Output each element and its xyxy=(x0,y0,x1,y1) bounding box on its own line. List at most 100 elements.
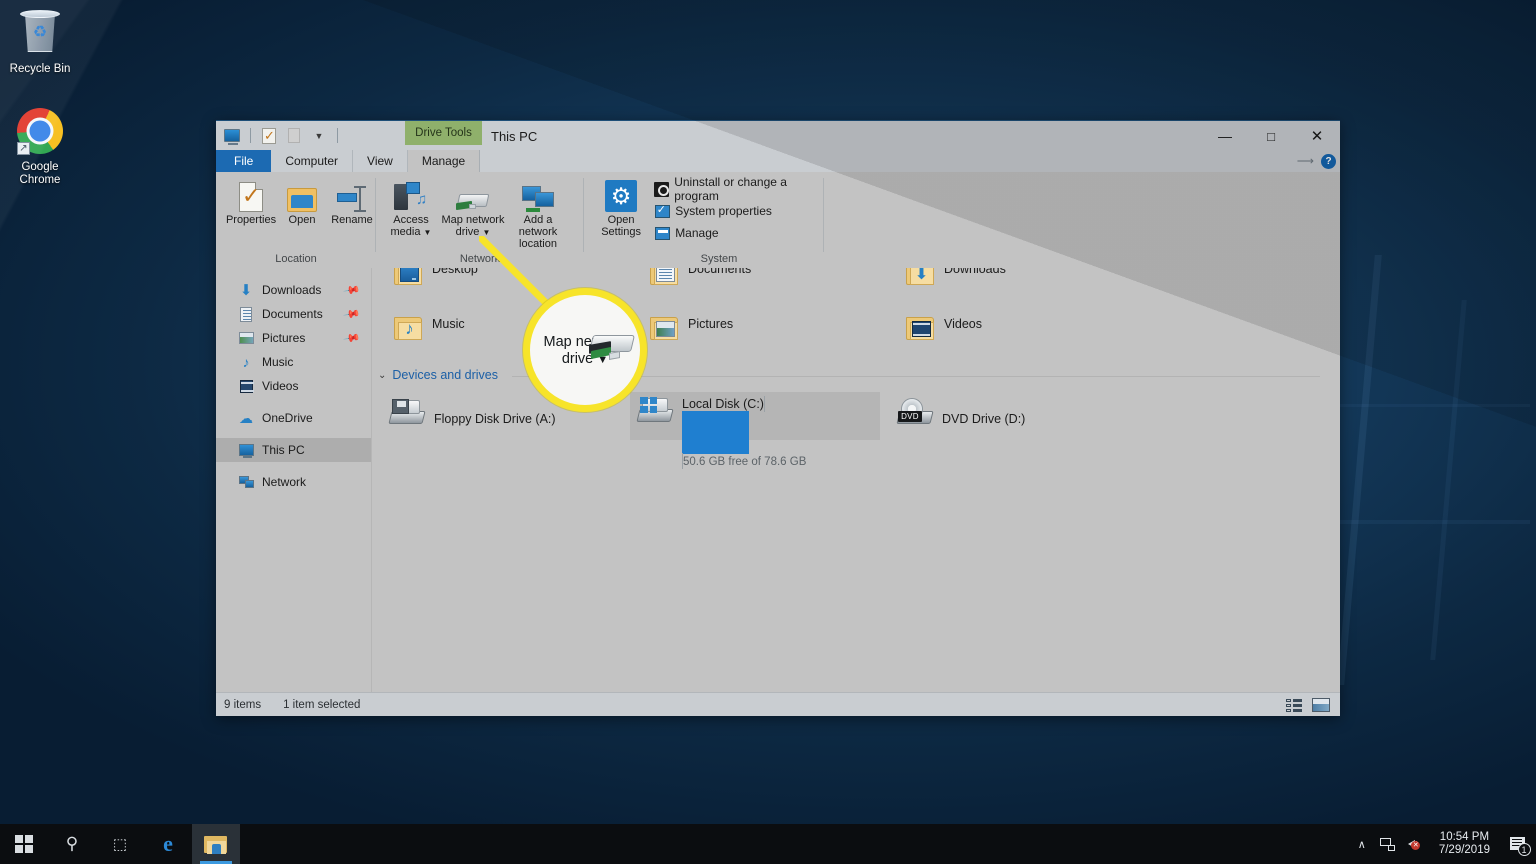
details-view-button[interactable] xyxy=(1286,698,1302,712)
minimize-button[interactable]: — xyxy=(1202,121,1248,151)
ribbon-button-map-network-drive[interactable]: Map network drive ▼ xyxy=(441,176,505,239)
list-item[interactable]: Floppy Disk Drive (A:) xyxy=(388,398,556,428)
list-item-label: Downloads xyxy=(944,268,1006,276)
ribbon-group-label: Network xyxy=(459,253,501,265)
list-item-selected[interactable]: Local Disk (C:) 50.6 GB free of 78.6 GB xyxy=(630,392,880,469)
onedrive-icon: ☁ xyxy=(239,410,253,426)
ribbon-button-open-settings[interactable]: ⚙ Open Settings xyxy=(594,176,648,238)
view-toggle-group xyxy=(1286,693,1330,717)
sidebar-item-onedrive[interactable]: ☁ OneDrive xyxy=(216,406,371,430)
taskbar: ⚲ ⬚ e ∧ ✕ 10:54 PM 7/29/2019 1 xyxy=(0,824,1536,864)
help-icon[interactable]: ? xyxy=(1321,153,1336,169)
add-network-location-icon xyxy=(522,178,554,212)
list-item[interactable]: ♪ Music xyxy=(394,315,465,341)
sidebar-item-videos[interactable]: Videos xyxy=(216,374,371,398)
task-view-button[interactable]: ⬚ xyxy=(96,824,144,864)
file-explorer-window: ▼ Drive Tools This PC — □ ✕ File Compute… xyxy=(216,120,1340,716)
network-icon xyxy=(238,474,254,490)
videos-folder-icon xyxy=(906,315,936,341)
list-item[interactable]: DVD DVD Drive (D:) xyxy=(896,398,1025,428)
list-item[interactable]: ⬇ Downloads xyxy=(906,268,1006,286)
navigation-pane[interactable]: ⬇ Downloads 📌 Documents 📌 Pictures 📌 ♪ M… xyxy=(216,268,372,692)
close-button[interactable]: ✕ xyxy=(1294,121,1340,151)
ribbon-button-properties[interactable]: Properties xyxy=(226,176,276,226)
ribbon-button-label-line2: location xyxy=(519,238,557,250)
contextual-tab-drive-tools[interactable]: Drive Tools xyxy=(405,121,482,145)
tab-manage[interactable]: Manage xyxy=(407,150,481,172)
desktop-icon-label: Recycle Bin xyxy=(9,63,71,75)
pin-icon[interactable]: 📌 xyxy=(343,281,362,300)
window-body: ⬇ Downloads 📌 Documents 📌 Pictures 📌 ♪ M… xyxy=(216,268,1340,692)
group-header-devices-and-drives[interactable]: ⌄ Devices and drives xyxy=(378,368,498,382)
pictures-icon xyxy=(238,330,254,346)
task-view-icon: ⬚ xyxy=(112,836,128,853)
chevron-down-icon[interactable]: ▼ xyxy=(309,126,329,146)
sidebar-item-music[interactable]: ♪ Music xyxy=(216,350,371,374)
rename-icon xyxy=(337,178,367,212)
tab-file[interactable]: File xyxy=(216,150,272,172)
notification-icon: 1 xyxy=(1509,836,1531,856)
list-item[interactable]: Desktop xyxy=(394,268,478,286)
status-selection: 1 item selected xyxy=(283,698,361,711)
ribbon-button-rename[interactable]: Rename xyxy=(328,176,376,226)
content-pane[interactable]: Desktop Documents ⬇ Downloads ♪ Music Pi… xyxy=(372,268,1340,692)
ribbon-command-manage[interactable]: Manage xyxy=(654,222,824,244)
list-item[interactable]: Documents xyxy=(650,268,751,286)
system-properties-icon xyxy=(654,203,670,219)
properties-icon[interactable] xyxy=(259,126,279,146)
ribbon-button-access-media[interactable]: ♫ Access media ▼ xyxy=(382,176,440,239)
uninstall-program-icon xyxy=(654,181,670,197)
chevron-down-icon[interactable]: ▼ xyxy=(482,228,490,237)
paste-icon[interactable] xyxy=(284,126,304,146)
ribbon-group-location: Properties Open Rename xyxy=(216,172,376,268)
documents-folder-icon xyxy=(650,268,680,286)
sidebar-item-this-pc[interactable]: This PC xyxy=(216,438,371,462)
list-item[interactable]: Pictures xyxy=(650,315,733,341)
chevron-down-icon[interactable]: ▼ xyxy=(424,228,432,237)
music-folder-icon: ♪ xyxy=(394,315,424,341)
ribbon-command-uninstall-program[interactable]: Uninstall or change a program xyxy=(654,175,824,203)
ribbon-command-label: Uninstall or change a program xyxy=(674,175,787,203)
ribbon-button-open[interactable]: Open xyxy=(278,176,326,226)
open-settings-gear-icon: ⚙ xyxy=(605,178,638,212)
ribbon-button-label-line1: Open xyxy=(607,214,635,226)
ribbon-tab-strip-actions: ⟶ ? xyxy=(1297,150,1336,172)
notifications-button[interactable]: 1 xyxy=(1500,824,1536,864)
edge-button[interactable]: e xyxy=(144,824,192,864)
windows-logo-icon xyxy=(15,835,33,853)
ribbon-button-add-network-location[interactable]: Add a network location xyxy=(506,176,570,250)
pin-icon[interactable]: 📌 xyxy=(343,305,362,324)
this-pc-icon[interactable] xyxy=(222,126,242,146)
list-item-label: Music xyxy=(432,317,465,331)
large-icons-view-button[interactable] xyxy=(1312,698,1330,712)
sidebar-item-downloads[interactable]: ⬇ Downloads 📌 xyxy=(216,278,371,302)
properties-icon xyxy=(239,178,263,212)
status-bar: 9 items 1 item selected xyxy=(216,692,1340,716)
maximize-button[interactable]: □ xyxy=(1248,121,1294,151)
divider xyxy=(337,128,338,143)
ribbon-group-label: Location xyxy=(275,253,317,265)
pin-icon[interactable]: 📌 xyxy=(343,329,362,348)
sidebar-item-network[interactable]: Network xyxy=(216,470,371,494)
desktop-folder-icon xyxy=(394,268,424,286)
ribbon-command-system-properties[interactable]: System properties xyxy=(654,200,824,222)
collapse-ribbon-icon[interactable]: ⟶ xyxy=(1297,154,1314,168)
clock[interactable]: 10:54 PM 7/29/2019 xyxy=(1429,831,1500,857)
sidebar-item-documents[interactable]: Documents 📌 xyxy=(216,302,371,326)
tab-computer[interactable]: Computer xyxy=(271,150,354,172)
volume-muted-icon[interactable]: ✕ xyxy=(1401,824,1429,864)
desktop-icon-recycle-bin[interactable]: ♻ Recycle Bin xyxy=(2,10,78,76)
file-explorer-button[interactable] xyxy=(192,824,240,864)
callout-magnifier-map-network-drive: Map network drive ▼ xyxy=(523,288,647,412)
tab-view[interactable]: View xyxy=(353,150,408,172)
list-item-label: Videos xyxy=(944,317,982,331)
show-hidden-icons-chevron-up-icon[interactable]: ∧ xyxy=(1349,824,1375,864)
chevron-down-icon[interactable]: ⌄ xyxy=(378,370,386,381)
system-tray: ∧ ✕ 10:54 PM 7/29/2019 1 xyxy=(1349,824,1536,864)
network-tray-icon[interactable] xyxy=(1375,824,1401,864)
list-item[interactable]: Videos xyxy=(906,315,982,341)
sidebar-item-pictures[interactable]: Pictures 📌 xyxy=(216,326,371,350)
start-button[interactable] xyxy=(0,824,48,864)
search-button[interactable]: ⚲ xyxy=(48,824,96,864)
desktop-icon-google-chrome[interactable]: ↗ Google Chrome xyxy=(2,108,78,187)
